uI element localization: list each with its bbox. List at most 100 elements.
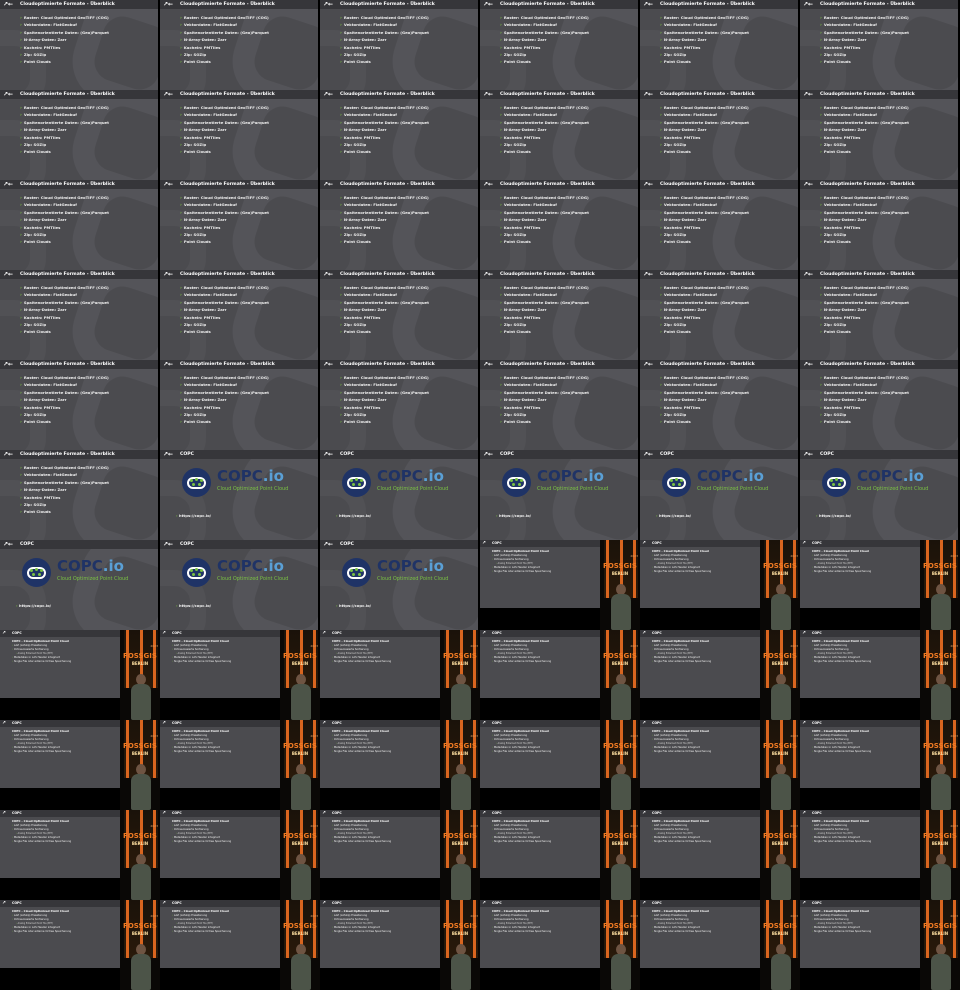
- format-list-item: Raster: Cloud Optimized GeoTIFF (COG): [660, 105, 749, 112]
- thumbnail-video[interactable]: ↗ COPC COPC - Cloud Optimized Point CloudL…: [320, 900, 480, 990]
- thumbnail-video[interactable]: ↗ COPC COPC - Cloud Optimized Point CloudL…: [640, 720, 800, 810]
- banner-title: FOSSGIS: [123, 742, 157, 750]
- copc-url-link[interactable]: https://copc.io/: [656, 513, 691, 518]
- copc-url-link[interactable]: https://copc.io/: [336, 603, 371, 608]
- format-list-item: Vektordaten: FlatGeobuf: [180, 292, 269, 299]
- thumbnail-video[interactable]: ↗ COPC COPC - Cloud Optimized Point CloudL…: [0, 900, 160, 990]
- format-list-item: Vektordaten: FlatGeobuf: [180, 382, 269, 389]
- copc-url-link[interactable]: https://copc.io/: [176, 513, 211, 518]
- thumbnail-overview[interactable]: ↗← Cloudoptimierte Formate - Überblick Ras…: [800, 270, 960, 360]
- thumbnail-video[interactable]: ↗ COPC COPC - Cloud Optimized Point CloudL…: [800, 900, 960, 990]
- speaker-figure: [130, 854, 152, 900]
- thumbnail-overview[interactable]: ↗← Cloudoptimierte Formate - Überblick Ras…: [480, 90, 640, 180]
- copc-url-link[interactable]: https://copc.io/: [16, 603, 51, 608]
- fossgis-logo-icon: ↗: [482, 811, 486, 816]
- thumbnail-video[interactable]: ↗ COPC COPC - Cloud Optimized Point CloudL…: [800, 630, 960, 720]
- thumbnail-overview[interactable]: ↗← Cloudoptimierte Formate - Überblick Ras…: [160, 360, 320, 450]
- thumbnail-video[interactable]: ↗ COPC COPC - Cloud Optimized Point CloudL…: [160, 630, 320, 720]
- thumbnail-video[interactable]: ↗ COPC COPC - Cloud Optimized Point CloudL…: [160, 810, 320, 900]
- thumbnail-overview[interactable]: ↗← Cloudoptimierte Formate - Überblick Ras…: [0, 0, 160, 90]
- thumbnail-video[interactable]: ↗ COPC COPC - Cloud Optimized Point CloudL…: [800, 720, 960, 810]
- thumbnail-overview[interactable]: ↗← Cloudoptimierte Formate - Überblick Ras…: [0, 450, 160, 540]
- thumbnail-copc[interactable]: ↗← COPC COPC.io Cloud Optimized Point Cloud…: [800, 450, 960, 540]
- thumbnail-video[interactable]: ↗ COPC COPC - Cloud Optimized Point CloudL…: [480, 630, 640, 720]
- thumbnail-video[interactable]: ↗ COPC COPC - Cloud Optimized Point CloudL…: [800, 810, 960, 900]
- copc-url-link[interactable]: https://copc.io/: [496, 513, 531, 518]
- thumbnail-video[interactable]: ↗ COPC COPC - Cloud Optimized Point CloudL…: [480, 720, 640, 810]
- format-list-item: N-Array-Daten: Zarr: [340, 37, 429, 44]
- fossgis-logo-icon: ↗←: [803, 1, 814, 8]
- thumbnail-overview[interactable]: ↗← Cloudoptimierte Formate - Überblick Ras…: [480, 0, 640, 90]
- thumbnail-video[interactable]: ↗ COPC COPC - Cloud Optimized Point CloudL…: [160, 900, 320, 990]
- thumbnail-video[interactable]: ↗ COPC COPC - Cloud Optimized Point CloudL…: [320, 630, 480, 720]
- format-list-item: Raster: Cloud Optimized GeoTIFF (COG): [20, 465, 109, 472]
- thumbnail-overview[interactable]: ↗← Cloudoptimierte Formate - Überblick Ras…: [0, 270, 160, 360]
- thumbnail-overview[interactable]: ↗← Cloudoptimierte Formate - Überblick Ras…: [160, 90, 320, 180]
- copc-url-link[interactable]: https://copc.io/: [816, 513, 851, 518]
- thumbnail-video[interactable]: ↗ COPC COPC - Cloud Optimized Point CloudL…: [0, 810, 160, 900]
- thumbnail-video[interactable]: ↗ COPC COPC - Cloud Optimized Point CloudL…: [800, 540, 960, 630]
- thumbnail-video[interactable]: ↗ COPC COPC - Cloud Optimized Point CloudL…: [640, 540, 800, 630]
- thumbnail-video[interactable]: ↗ COPC COPC - Cloud Optimized Point CloudL…: [480, 900, 640, 990]
- thumbnail-overview[interactable]: ↗← Cloudoptimierte Formate - Überblick Ras…: [320, 0, 480, 90]
- speaker-camera: 2023 FOSSGIS BERLIN: [760, 630, 800, 720]
- fossgis-logo-icon: ↗: [802, 901, 806, 906]
- speaker-camera: 2023 FOSSGIS BERLIN: [760, 540, 800, 630]
- thumbnail-overview[interactable]: ↗← Cloudoptimierte Formate - Überblick Ras…: [800, 90, 960, 180]
- thumbnail-overview[interactable]: ↗← Cloudoptimierte Formate - Überblick Ras…: [0, 90, 160, 180]
- slide-subtitle: COPC - Cloud Optimized Point Cloud: [652, 819, 709, 823]
- thumbnail-overview[interactable]: ↗← Cloudoptimierte Formate - Überblick Ras…: [640, 360, 800, 450]
- overview-slide: ↗← Cloudoptimierte Formate - Überblick Ras…: [0, 0, 158, 90]
- thumbnail-overview[interactable]: ↗← Cloudoptimierte Formate - Überblick Ras…: [160, 180, 320, 270]
- thumbnail-video[interactable]: ↗ COPC COPC - Cloud Optimized Point CloudL…: [640, 900, 800, 990]
- thumbnail-overview[interactable]: ↗← Cloudoptimierte Formate - Überblick Ras…: [0, 180, 160, 270]
- thumbnail-video[interactable]: ↗ COPC COPC - Cloud Optimized Point CloudL…: [0, 630, 160, 720]
- copc-feature-list: LAZ (LASzip) ErweiterungOctree-basierte …: [492, 824, 551, 844]
- thumbnail-overview[interactable]: ↗← Cloudoptimierte Formate - Überblick Ras…: [480, 180, 640, 270]
- thumbnail-overview[interactable]: ↗← Cloudoptimierte Formate - Überblick Ras…: [640, 180, 800, 270]
- talk-video-frame: ↗ COPC COPC - Cloud Optimized Point CloudL…: [480, 900, 640, 990]
- thumbnail-overview[interactable]: ↗← Cloudoptimierte Formate - Überblick Ras…: [320, 90, 480, 180]
- thumbnail-copc[interactable]: ↗← COPC COPC.io Cloud Optimized Point Cloud…: [480, 450, 640, 540]
- thumbnail-copc[interactable]: ↗← COPC COPC.io Cloud Optimized Point Cloud…: [160, 540, 320, 630]
- thumbnail-copc[interactable]: ↗← COPC COPC.io Cloud Optimized Point Cloud…: [0, 540, 160, 630]
- thumbnail-overview[interactable]: ↗← Cloudoptimierte Formate - Überblick Ras…: [640, 0, 800, 90]
- format-list-item: N-Array-Daten: Zarr: [820, 307, 909, 314]
- thumbnail-overview[interactable]: ↗← Cloudoptimierte Formate - Überblick Ras…: [640, 90, 800, 180]
- thumbnail-video[interactable]: ↗ COPC COPC - Cloud Optimized Point CloudL…: [480, 540, 640, 630]
- slide-title: Cloudoptimierte Formate - Überblick: [20, 272, 115, 277]
- thumbnail-overview[interactable]: ↗← Cloudoptimierte Formate - Überblick Ras…: [320, 180, 480, 270]
- thumbnail-copc[interactable]: ↗← COPC COPC.io Cloud Optimized Point Cloud…: [320, 540, 480, 630]
- thumbnail-video[interactable]: ↗ COPC COPC - Cloud Optimized Point CloudL…: [480, 810, 640, 900]
- format-list: Raster: Cloud Optimized GeoTIFF (COG)Vek…: [500, 285, 589, 337]
- thumbnail-video[interactable]: ↗ COPC COPC - Cloud Optimized Point CloudL…: [0, 720, 160, 810]
- thumbnail-overview[interactable]: ↗← Cloudoptimierte Formate - Überblick Ras…: [480, 270, 640, 360]
- slide-title: COPC: [332, 901, 342, 905]
- copc-feature-list: LAZ (LASzip) ErweiterungOctree-basierte …: [652, 824, 711, 844]
- thumbnail-video[interactable]: ↗ COPC COPC - Cloud Optimized Point CloudL…: [160, 720, 320, 810]
- thumbnail-video[interactable]: ↗ COPC COPC - Cloud Optimized Point CloudL…: [320, 810, 480, 900]
- thumbnail-overview[interactable]: ↗← Cloudoptimierte Formate - Überblick Ras…: [640, 270, 800, 360]
- thumbnail-video[interactable]: ↗ COPC COPC - Cloud Optimized Point CloudL…: [320, 720, 480, 810]
- thumbnail-overview[interactable]: ↗← Cloudoptimierte Formate - Überblick Ras…: [800, 360, 960, 450]
- thumbnail-overview[interactable]: ↗← Cloudoptimierte Formate - Überblick Ras…: [800, 0, 960, 90]
- thumbnail-copc[interactable]: ↗← COPC COPC.io Cloud Optimized Point Cloud…: [640, 450, 800, 540]
- point-dot: [198, 573, 201, 576]
- thumbnail-overview[interactable]: ↗← Cloudoptimierte Formate - Überblick Ras…: [160, 270, 320, 360]
- thumbnail-copc[interactable]: ↗← COPC COPC.io Cloud Optimized Point Cloud…: [320, 450, 480, 540]
- thumbnail-overview[interactable]: ↗← Cloudoptimierte Formate - Überblick Ras…: [320, 360, 480, 450]
- thumbnail-overview[interactable]: ↗← Cloudoptimierte Formate - Überblick Ras…: [320, 270, 480, 360]
- thumbnail-video[interactable]: ↗ COPC COPC - Cloud Optimized Point CloudL…: [640, 630, 800, 720]
- thumbnail-video[interactable]: ↗ COPC COPC - Cloud Optimized Point CloudL…: [640, 810, 800, 900]
- copc-url-link[interactable]: https://copc.io/: [176, 603, 211, 608]
- thumbnail-overview[interactable]: ↗← Cloudoptimierte Formate - Überblick Ras…: [160, 0, 320, 90]
- fossgis-logo-icon: ↗: [322, 901, 326, 906]
- thumbnail-copc[interactable]: ↗← COPC COPC.io Cloud Optimized Point Cloud…: [160, 450, 320, 540]
- thumbnail-overview[interactable]: ↗← Cloudoptimierte Formate - Überblick Ras…: [0, 360, 160, 450]
- copc-url-link[interactable]: https://copc.io/: [336, 513, 371, 518]
- format-list-item: Zip: SOZip: [500, 412, 589, 419]
- thumbnail-overview[interactable]: ↗← Cloudoptimierte Formate - Überblick Ras…: [800, 180, 960, 270]
- speaker-figure: [130, 764, 152, 810]
- thumbnail-overview[interactable]: ↗← Cloudoptimierte Formate - Überblick Ras…: [480, 360, 640, 450]
- copc-feature-item: Single File oder externe Octree Speicher…: [492, 750, 551, 754]
